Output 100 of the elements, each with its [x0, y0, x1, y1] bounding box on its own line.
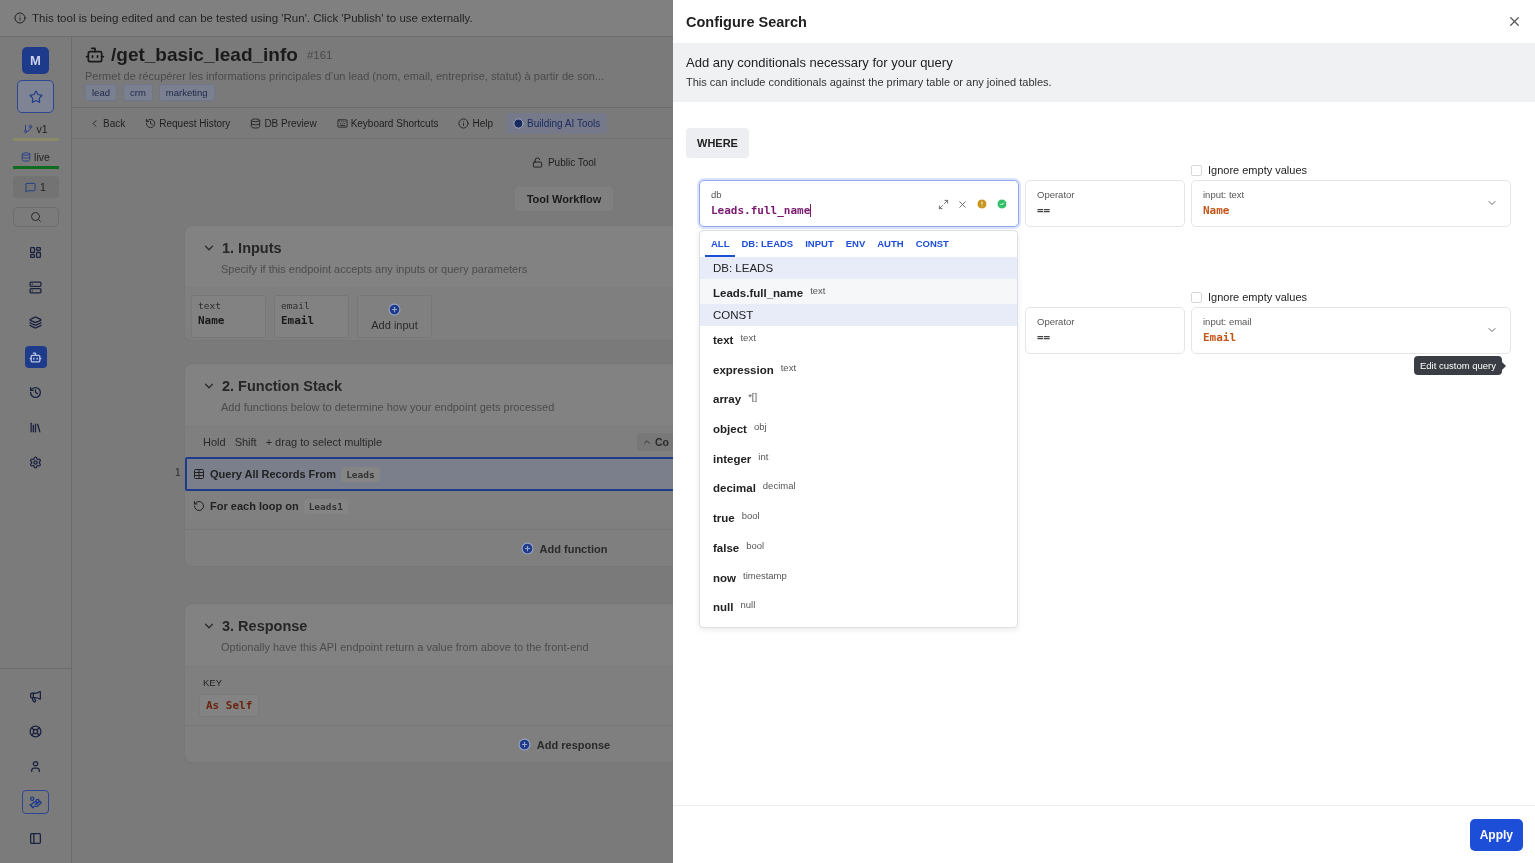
- input-card[interactable]: email Email: [274, 295, 349, 338]
- tag[interactable]: marketing: [158, 84, 215, 101]
- comment-icon: [25, 181, 37, 193]
- version-chip[interactable]: v1: [12, 120, 59, 141]
- dropdown-option[interactable]: now timestamp: [700, 563, 1017, 594]
- dropdown-option[interactable]: Leads.full_name text: [700, 279, 1017, 304]
- close-button[interactable]: [1507, 14, 1522, 29]
- field-label: Operator: [1037, 316, 1076, 327]
- database-icon: [250, 117, 262, 129]
- dropdown-option[interactable]: true bool: [700, 504, 1017, 534]
- input-name: Email: [281, 314, 316, 327]
- filter-tab[interactable]: ENV: [839, 231, 872, 257]
- field-label: input: email: [1203, 316, 1253, 327]
- field-label: Operator: [1037, 189, 1076, 200]
- operator-field[interactable]: Operator ==: [1025, 180, 1185, 227]
- field-value: Name: [1203, 204, 1231, 217]
- value-select[interactable]: input: email Email: [1191, 307, 1511, 354]
- ignore-empty-checkbox[interactable]: Ignore empty values: [1191, 291, 1511, 303]
- public-tool-toggle[interactable]: Public Tool: [531, 157, 597, 168]
- dropdown-option[interactable]: expression text: [700, 355, 1017, 386]
- hint-text: Hold: [203, 436, 226, 448]
- dropdown-option[interactable]: null null: [700, 593, 1017, 623]
- filter-tab[interactable]: CONST: [909, 231, 955, 257]
- filter-tab[interactable]: INPUT: [799, 231, 840, 257]
- tool-title: /get_basic_lead_info: [111, 44, 298, 66]
- filter-tab[interactable]: AUTH: [871, 231, 910, 257]
- field-label: input: text: [1203, 189, 1246, 200]
- tag[interactable]: lead: [85, 84, 117, 101]
- dropdown-option[interactable]: array *[]: [700, 385, 1017, 416]
- tag[interactable]: crm: [122, 84, 153, 101]
- table-icon: [193, 468, 205, 480]
- robot-icon[interactable]: [24, 346, 47, 368]
- search-icon: [29, 211, 42, 223]
- filter-tab[interactable]: DB: LEADS: [735, 231, 800, 257]
- clear-icon: [957, 198, 968, 210]
- unlock-icon: [531, 157, 543, 168]
- toolbar-button[interactable]: Help: [451, 112, 501, 134]
- field-value: ==: [1037, 331, 1052, 344]
- branch-icon: [23, 124, 34, 134]
- checkbox[interactable]: [1191, 164, 1202, 176]
- section-title: 2. Function Stack: [222, 378, 343, 394]
- hand-icon[interactable]: [22, 790, 49, 814]
- where-label: WHERE: [686, 128, 749, 158]
- toolbar-button[interactable]: Request History: [138, 112, 238, 134]
- panel-title: Configure Search: [686, 13, 807, 30]
- dropdown-option[interactable]: text text: [700, 326, 1017, 356]
- input-card[interactable]: text Name: [191, 295, 266, 338]
- input-name: Name: [198, 314, 226, 327]
- search-button[interactable]: [12, 207, 59, 227]
- band-heading: Add any conditionals necessary for your query: [686, 55, 954, 70]
- field-value: Leads.full_name: [711, 204, 812, 217]
- apply-button[interactable]: Apply: [1469, 818, 1523, 851]
- banner-text: This tool is being edited and can be tested using 'Run'. Click 'Publish' to use externally.: [32, 12, 473, 24]
- field-value: ==: [1037, 204, 1052, 217]
- favorite-button[interactable]: [17, 80, 54, 113]
- chevron-up-icon: [642, 437, 652, 447]
- shift-key: Shift: [231, 436, 260, 448]
- add-input-button[interactable]: Add input: [357, 295, 432, 338]
- group-header: DB: LEADS: [700, 257, 1017, 279]
- clear-button[interactable]: [957, 198, 968, 210]
- info-icon: [14, 12, 26, 24]
- section-title: 3. Response: [222, 618, 308, 634]
- dropdown-option[interactable]: integer int: [700, 444, 1017, 475]
- dropdown-option[interactable]: false bool: [700, 533, 1017, 564]
- loop-icon: [193, 500, 205, 512]
- dropdown-option[interactable]: decimal decimal: [700, 474, 1017, 505]
- band-description: This can include conditionals against the primary table or any joined tables.: [686, 76, 1053, 88]
- left-operand-field[interactable]: db Leads.full_name: [699, 180, 1019, 227]
- ignore-empty-checkbox[interactable]: Ignore empty values: [1191, 164, 1511, 176]
- value-select[interactable]: input: text Name: [1191, 180, 1511, 227]
- toolbar-button[interactable]: DB Preview: [243, 112, 324, 134]
- close-icon: [1507, 14, 1522, 29]
- workflow-tab[interactable]: Tool Workflow: [514, 187, 614, 211]
- workspace-avatar[interactable]: M: [22, 47, 49, 74]
- valid-icon: [996, 198, 1008, 210]
- database-icon: [21, 152, 32, 162]
- help-icon: [458, 117, 470, 129]
- operator-field[interactable]: Operator ==: [1025, 307, 1185, 354]
- field-value: Email: [1203, 331, 1238, 344]
- function-row[interactable]: Query All Records From Leads: [185, 457, 673, 491]
- checkbox[interactable]: [1191, 291, 1202, 303]
- add-response-button[interactable]: Add response: [517, 736, 611, 753]
- expand-icon: [938, 198, 949, 210]
- function-argument: Leads1: [303, 498, 348, 514]
- toolbar-button[interactable]: Keyboard Shortcuts: [329, 112, 446, 134]
- function-label: For each loop on: [210, 500, 299, 512]
- plus-icon: [520, 542, 534, 555]
- toolbar-button[interactable]: Back: [82, 112, 133, 134]
- plus-icon: [517, 738, 531, 751]
- comments-button[interactable]: 1: [12, 176, 59, 198]
- environment-chip[interactable]: live: [12, 148, 59, 169]
- function-label: Query All Records From: [210, 468, 337, 480]
- field-label: db: [711, 189, 723, 200]
- add-function-button[interactable]: Add function: [520, 540, 608, 557]
- section-title: 1. Inputs: [222, 240, 282, 256]
- hint-text: + drag to select multiple: [265, 436, 383, 448]
- input-type: email: [281, 300, 311, 311]
- expand-button[interactable]: [938, 198, 949, 210]
- line-number: 1: [175, 467, 181, 478]
- dropdown-option[interactable]: object obj: [700, 415, 1017, 445]
